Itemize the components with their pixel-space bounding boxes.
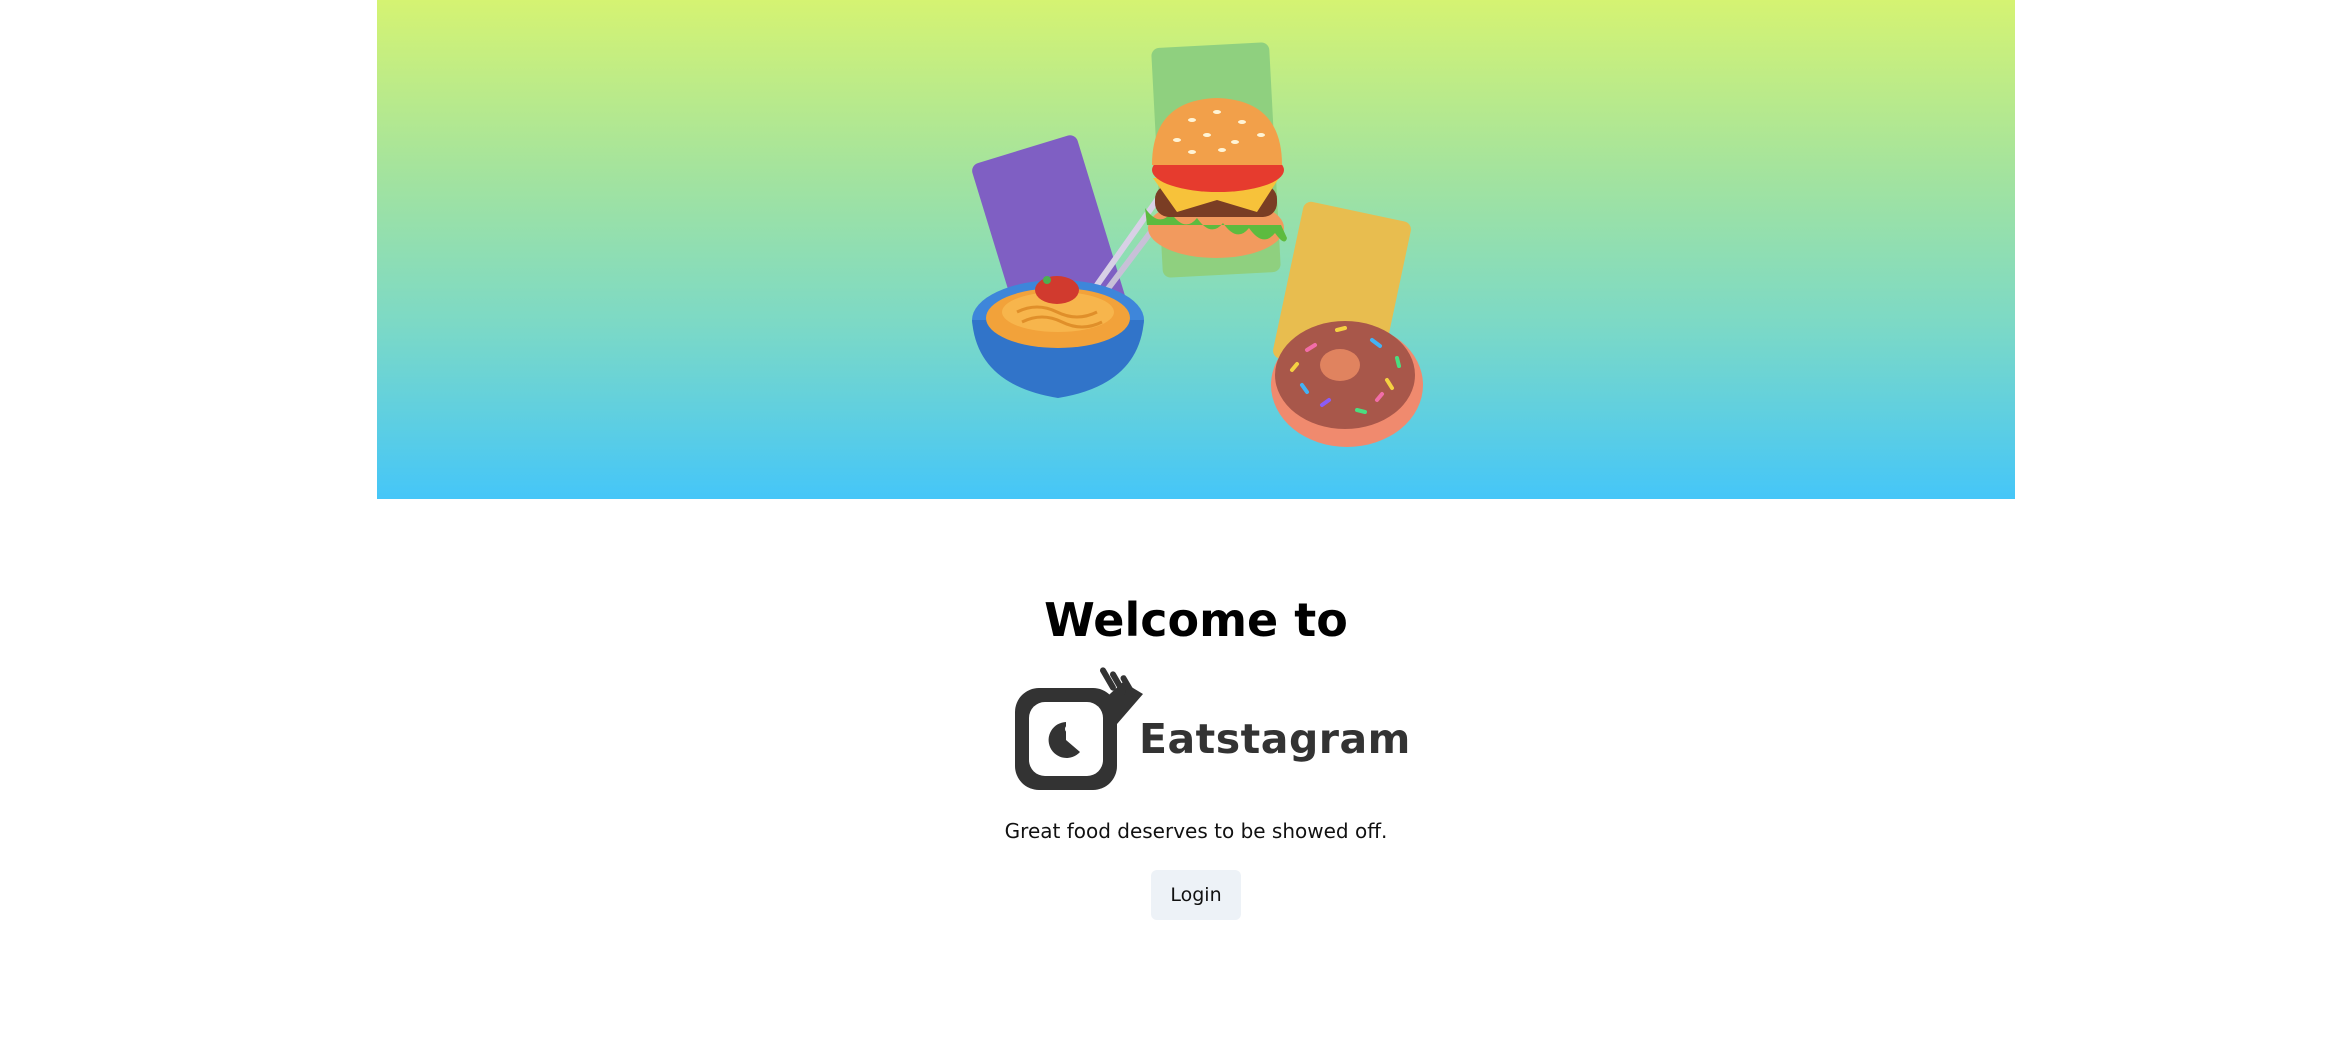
brand-name: Eatstagram — [1139, 715, 1411, 763]
brand-logo: Eatstagram — [1013, 664, 1410, 792]
welcome-heading: Welcome to — [1044, 593, 1348, 647]
tagline: Great food deserves to be showed off. — [1004, 819, 1388, 843]
landing-page: Welcome to Eatstagram Great food deserve… — [0, 0, 2349, 1050]
noodle-bowl-icon — [972, 276, 1144, 398]
login-button[interactable]: Login — [1151, 870, 1241, 920]
hero-banner — [377, 0, 2015, 499]
burger-icon — [1145, 98, 1287, 258]
camera-fork-icon — [1015, 667, 1143, 790]
food-illustration — [972, 42, 1423, 447]
donut-icon — [1271, 321, 1423, 447]
